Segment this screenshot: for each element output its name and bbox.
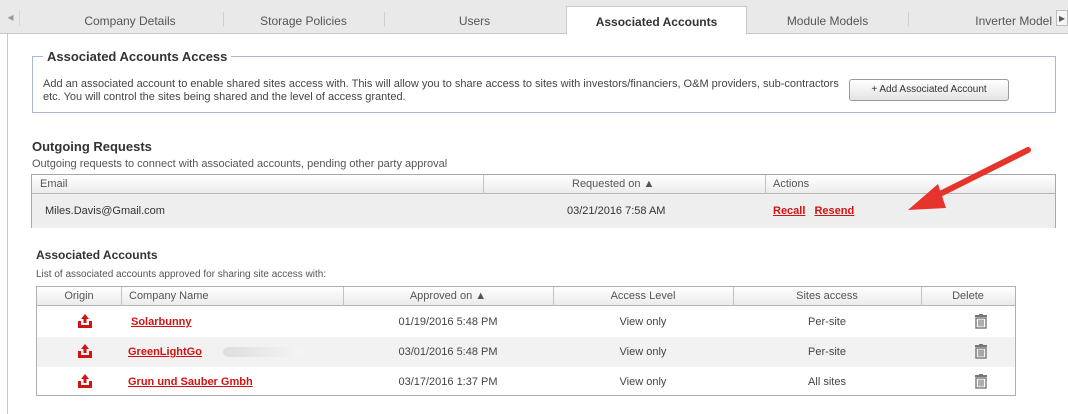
access-level: View only <box>619 376 667 388</box>
outgoing-requests-subtitle: Outgoing requests to connect with associ… <box>32 158 448 170</box>
column-header-origin: Origin <box>64 290 94 302</box>
outgoing-share-icon <box>78 314 92 328</box>
company-link-greenlightgo[interactable]: GreenLightGo <box>128 346 202 358</box>
tab-scroll-left-icon[interactable]: ◂ <box>2 10 20 26</box>
tab-divider <box>223 12 224 26</box>
request-date: 03/21/2016 7:58 AM <box>567 205 666 217</box>
tab-divider <box>908 12 909 26</box>
column-header-email[interactable]: Email <box>40 175 68 194</box>
company-link-solarbunny[interactable]: Solarbunny <box>131 316 192 328</box>
column-header-delete: Delete <box>952 290 984 302</box>
tab-storage-policies[interactable]: Storage Policies <box>226 6 381 34</box>
access-panel-description: Add an associated account to enable shar… <box>43 78 839 103</box>
associated-accounts-table: Origin Company Name Approved on ▲ Access… <box>36 286 1016 396</box>
sites-access: All sites <box>808 376 846 388</box>
sites-access: Per-site <box>808 316 846 328</box>
tab-module-models[interactable]: Module Models <box>750 6 905 34</box>
request-email: Miles.Davis@Gmail.com <box>45 205 165 217</box>
trash-icon[interactable] <box>974 344 988 359</box>
company-link-grun-und-sauber[interactable]: Grun und Sauber Gmbh <box>128 376 253 388</box>
approved-date: 03/01/2016 5:48 PM <box>398 346 498 358</box>
column-divider <box>765 175 766 194</box>
tab-users[interactable]: Users <box>387 6 562 34</box>
tab-associated-accounts[interactable]: Associated Accounts <box>566 6 747 35</box>
table-row: GreenLightGo 03/01/2016 5:48 PM View onl… <box>37 337 1015 367</box>
trash-icon[interactable] <box>974 314 988 329</box>
approved-date: 03/17/2016 1:37 PM <box>398 376 498 388</box>
outgoing-share-icon <box>78 344 92 358</box>
associated-table-header: Origin Company Name Approved on ▲ Access… <box>37 287 1015 306</box>
associated-accounts-subtitle: List of associated accounts approved for… <box>36 269 327 280</box>
annotation-arrow <box>908 147 1031 210</box>
tab-divider <box>384 12 385 26</box>
table-row: Solarbunny 01/19/2016 5:48 PM View only … <box>37 307 1015 337</box>
tab-company-details[interactable]: Company Details <box>40 6 220 34</box>
associated-accounts-access-panel: Associated Accounts Access Add an associ… <box>32 49 1056 113</box>
column-divider <box>483 175 484 194</box>
access-panel-legend: Associated Accounts Access <box>47 49 228 64</box>
column-header-sites-access: Sites access <box>796 290 858 302</box>
outgoing-requests-title: Outgoing Requests <box>32 139 152 154</box>
associated-accounts-title: Associated Accounts <box>36 248 158 262</box>
trash-icon[interactable] <box>974 374 988 389</box>
recall-link[interactable]: Recall <box>773 205 805 217</box>
tab-inverter-model[interactable]: Inverter Model <box>911 6 1054 34</box>
content-left-border <box>7 34 8 414</box>
approved-date: 01/19/2016 5:48 PM <box>398 316 498 328</box>
column-divider <box>121 287 122 306</box>
outgoing-share-icon <box>78 374 92 388</box>
column-header-approved-on[interactable]: Approved on ▲ <box>343 287 553 306</box>
access-level: View only <box>619 316 667 328</box>
sites-access: Per-site <box>808 346 846 358</box>
column-header-requested-on[interactable]: Requested on ▲ <box>572 175 654 194</box>
column-header-company-name[interactable]: Company Name <box>129 287 208 306</box>
redacted-blur <box>223 347 303 357</box>
tab-scroll-right-icon[interactable]: ▸ <box>1056 10 1068 26</box>
access-level: View only <box>619 346 667 358</box>
column-header-actions: Actions <box>773 178 810 190</box>
table-row: Grun und Sauber Gmbh 03/17/2016 1:37 PM … <box>37 367 1015 397</box>
tab-bar: ◂ Company Details Storage Policies Users… <box>0 0 1068 35</box>
resend-link[interactable]: Resend <box>814 205 854 217</box>
column-header-access-level: Access Level <box>610 290 676 302</box>
add-associated-account-button[interactable]: + Add Associated Account <box>849 79 1009 101</box>
